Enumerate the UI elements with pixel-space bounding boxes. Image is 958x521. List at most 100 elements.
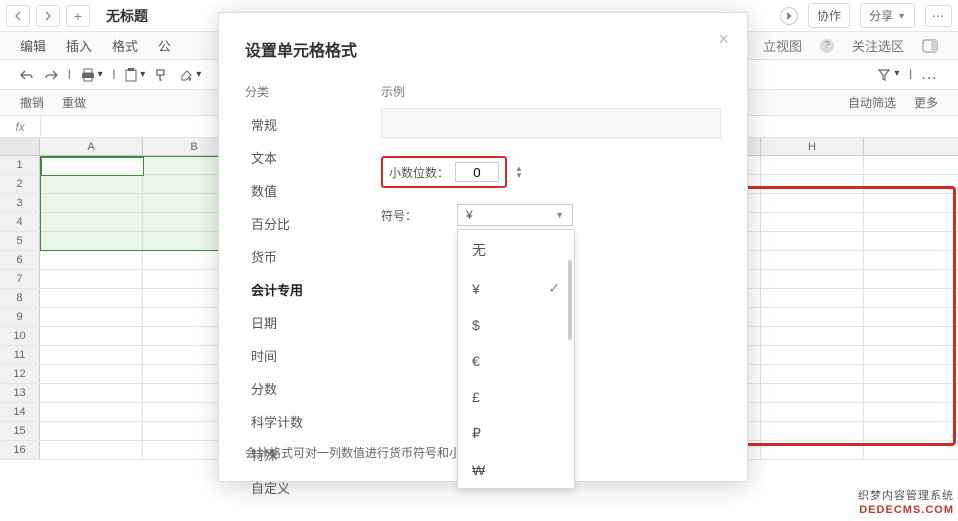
share-button[interactable]: 分享▼: [860, 3, 915, 28]
menu-insert[interactable]: 插入: [66, 36, 92, 55]
cell[interactable]: [761, 194, 864, 212]
collaborate-button[interactable]: 协作: [808, 3, 850, 28]
decimal-spinner[interactable]: ▲▼: [515, 165, 523, 179]
menu-watch-area[interactable]: 关注选区: [852, 36, 904, 55]
category-item[interactable]: 会计专用: [245, 273, 357, 306]
cell[interactable]: [40, 346, 143, 364]
paste-icon[interactable]: ▾: [125, 68, 145, 82]
row-header[interactable]: 8: [0, 289, 40, 307]
cell[interactable]: [40, 289, 143, 307]
back-button[interactable]: [6, 5, 30, 27]
format-cells-dialog: 设置单元格格式 × 分类 常规文本数值百分比货币会计专用日期时间分数科学计数特殊…: [218, 12, 748, 482]
category-item[interactable]: 文本: [245, 141, 357, 174]
cell[interactable]: [761, 327, 864, 345]
cell[interactable]: [40, 251, 143, 269]
row-header[interactable]: 7: [0, 270, 40, 288]
symbol-option[interactable]: 无: [458, 230, 574, 270]
cell[interactable]: [761, 289, 864, 307]
row-header[interactable]: 11: [0, 346, 40, 364]
menu-formula[interactable]: 公: [158, 36, 171, 55]
cell[interactable]: [761, 232, 864, 250]
row-header[interactable]: 14: [0, 403, 40, 421]
row-header[interactable]: 9: [0, 308, 40, 326]
cell[interactable]: [40, 365, 143, 383]
fx-label: fx: [0, 120, 40, 134]
cell[interactable]: [40, 156, 143, 174]
row-header[interactable]: 12: [0, 365, 40, 383]
cell[interactable]: [40, 194, 143, 212]
symbol-option[interactable]: €: [458, 343, 574, 379]
fill-color-icon[interactable]: ▾: [179, 68, 201, 82]
cell[interactable]: [761, 346, 864, 364]
play-icon[interactable]: [780, 7, 798, 25]
category-item[interactable]: 日期: [245, 306, 357, 339]
menu-pivot-view[interactable]: 立视图: [763, 36, 802, 55]
cell[interactable]: [40, 327, 143, 345]
symbol-option[interactable]: ₽: [458, 415, 574, 452]
cell[interactable]: [40, 270, 143, 288]
cell[interactable]: [761, 441, 864, 459]
col-header[interactable]: H: [761, 138, 864, 155]
row-header[interactable]: 2: [0, 175, 40, 193]
close-icon[interactable]: ×: [718, 29, 729, 50]
cell[interactable]: [40, 213, 143, 231]
row-header[interactable]: 15: [0, 422, 40, 440]
col-header[interactable]: A: [40, 138, 143, 155]
cell[interactable]: [40, 308, 143, 326]
category-item[interactable]: 数值: [245, 174, 357, 207]
help-icon[interactable]: ?: [820, 39, 834, 53]
format-painter-icon[interactable]: [155, 68, 169, 82]
row-header[interactable]: 10: [0, 327, 40, 345]
menu-format[interactable]: 格式: [112, 36, 138, 55]
row-header[interactable]: 4: [0, 213, 40, 231]
category-item[interactable]: 科学计数: [245, 405, 357, 438]
cell[interactable]: [40, 422, 143, 440]
symbol-option[interactable]: ¥✓: [458, 270, 574, 307]
print-icon[interactable]: ▾: [81, 68, 103, 82]
symbol-option[interactable]: $: [458, 307, 574, 343]
cell[interactable]: [761, 251, 864, 269]
more-menu-button[interactable]: ⋯: [925, 5, 952, 27]
cell[interactable]: [40, 175, 143, 193]
row-header[interactable]: 5: [0, 232, 40, 250]
cell[interactable]: [761, 213, 864, 231]
symbol-option[interactable]: £: [458, 379, 574, 415]
symbol-option[interactable]: ₩: [458, 452, 574, 488]
cell[interactable]: [761, 175, 864, 193]
cell[interactable]: [40, 384, 143, 402]
dropdown-scrollbar[interactable]: [568, 260, 572, 340]
spinner-down-icon[interactable]: ▼: [515, 172, 523, 179]
row-header[interactable]: 3: [0, 194, 40, 212]
category-item[interactable]: 百分比: [245, 207, 357, 240]
category-item[interactable]: 自定义: [245, 471, 357, 504]
cell[interactable]: [761, 308, 864, 326]
cell[interactable]: [761, 422, 864, 440]
decimal-places-input[interactable]: [455, 162, 499, 182]
redo-icon[interactable]: [44, 69, 58, 81]
row-header[interactable]: 6: [0, 251, 40, 269]
cell[interactable]: [40, 441, 143, 459]
select-all-corner[interactable]: [0, 138, 40, 155]
cell[interactable]: [761, 156, 864, 174]
cell[interactable]: [761, 403, 864, 421]
row-header[interactable]: 13: [0, 384, 40, 402]
undo-icon[interactable]: [20, 69, 34, 81]
category-item[interactable]: 常规: [245, 108, 357, 141]
menu-edit[interactable]: 编辑: [20, 36, 46, 55]
category-item[interactable]: 货币: [245, 240, 357, 273]
category-item[interactable]: 分数: [245, 372, 357, 405]
row-header[interactable]: 1: [0, 156, 40, 174]
sidebar-toggle-icon[interactable]: [922, 39, 938, 53]
category-item[interactable]: 时间: [245, 339, 357, 372]
cell[interactable]: [761, 365, 864, 383]
cell[interactable]: [761, 384, 864, 402]
add-tab-button[interactable]: +: [66, 5, 90, 27]
cell[interactable]: [761, 270, 864, 288]
forward-button[interactable]: [36, 5, 60, 27]
row-header[interactable]: 16: [0, 441, 40, 459]
more-tools-icon[interactable]: ...: [922, 68, 938, 82]
autofilter-icon[interactable]: ▾: [877, 68, 899, 82]
symbol-select[interactable]: ¥ ▼ 无¥✓$€£₽₩: [457, 204, 573, 226]
cell[interactable]: [40, 403, 143, 421]
cell[interactable]: [40, 232, 143, 250]
